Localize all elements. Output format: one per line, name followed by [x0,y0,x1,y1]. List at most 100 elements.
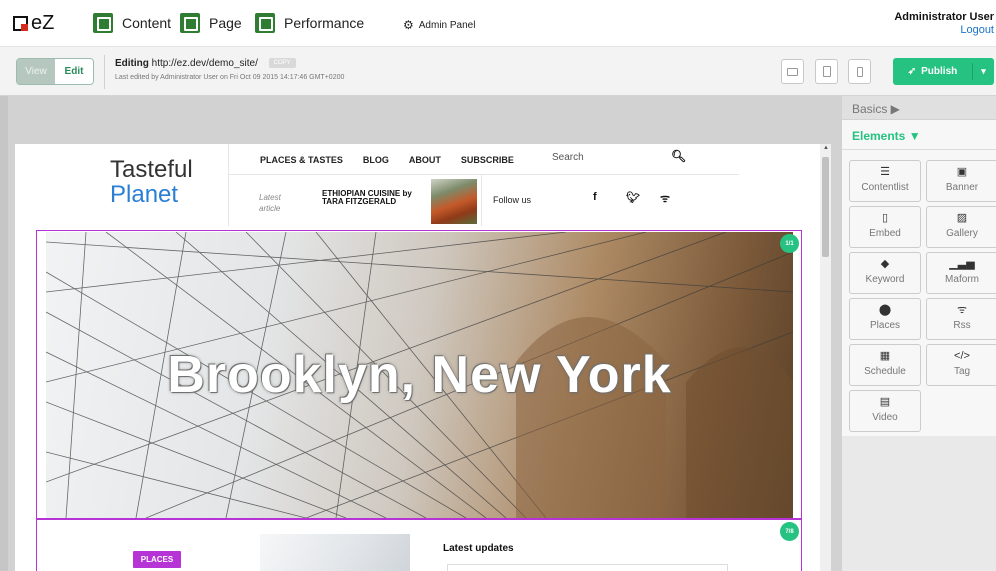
user-menu: Administrator User Logout [894,11,994,37]
nav-content-label: Content [122,15,172,31]
element-tile-label: Video [872,412,898,423]
element-tile-schedule[interactable]: ▦ Schedule [849,344,921,386]
header-divider-vertical-2 [481,175,482,226]
site-nav-subscribe[interactable]: SUBSCRIBE [461,155,514,165]
editor-toolbar: View Edit Editing http://ez.dev/demo_sit… [0,47,996,96]
edit-button[interactable]: Edit [55,59,93,84]
embed-icon: ▯ [881,212,889,224]
facebook-icon[interactable]: f [593,191,597,203]
keyword-icon: ◆ [880,258,890,270]
element-tile-places[interactable]: ⬤ Places [849,298,921,340]
element-tile-label: Rss [953,320,971,331]
schedule-icon: ▦ [879,350,891,362]
nav-page-label: Page [209,15,242,31]
user-name: Administrator User [894,11,994,23]
element-tile-label: Tag [953,366,971,377]
site-logo-line1: Tasteful [110,156,193,183]
elements-section-toggle[interactable]: Elements ▼ [842,120,996,150]
ez-logo-icon [13,16,28,31]
chevron-down-icon: ▾ [981,66,986,76]
view-edit-toggle: View Edit [16,58,94,85]
site-nav-places[interactable]: PLACES & TASTES [260,155,343,165]
block-badge-2: 7/8 [780,522,799,541]
element-tile-rss[interactable]: ᯤ Rss [926,298,996,340]
elements-palette: ☰ Contentlist ▣ Banner ▯ Embed ▨ Gallery… [842,150,996,436]
publish-dropdown-toggle[interactable]: ▾ [972,63,994,80]
header-divider-vertical [228,144,229,226]
last-edited-text: Last edited by Administrator User on Fri… [115,74,345,81]
element-tile-contentlist[interactable]: ☰ Contentlist [849,160,921,202]
performance-icon [255,13,275,33]
page-icon [180,13,200,33]
rocket-icon: ➶ [907,66,917,77]
latest-article-title[interactable]: ETHIOPIAN CUISINE by TARA FITZGERALD [322,190,417,206]
element-tile-label: Keyword [865,274,905,285]
element-tile-label: Gallery [946,228,978,239]
latest-article-thumbnail[interactable] [431,179,477,224]
tag-icon: </> [954,350,970,362]
toolbar-divider [104,55,105,89]
tablet-preview-button[interactable] [815,59,838,84]
publish-label: Publish [921,66,958,77]
top-bar: eZ Content Page Performance ⚙ Admin Pane… [0,0,996,47]
nav-performance-label: Performance [284,15,365,31]
element-tile-gallery[interactable]: ▨ Gallery [926,206,996,248]
places-icon: ⬤ [878,304,892,316]
banner-icon: ▣ [956,166,968,178]
editing-url: http://ez.dev/demo_site/ [151,58,258,69]
publish-button[interactable]: ➶ Publish ▾ [893,58,994,85]
nav-performance[interactable]: Performance [255,13,364,33]
element-tile-label: Embed [869,228,901,239]
admin-panel-link[interactable]: ⚙ Admin Panel [403,18,475,32]
video-icon: ▤ [879,396,891,408]
gear-icon: ⚙ [403,18,414,32]
site-nav: PLACES & TASTES BLOG ABOUT SUBSCRIBE [260,155,514,165]
site-logo[interactable]: Tasteful Planet [110,157,193,207]
rss-icon[interactable]: ᯤ [660,191,670,206]
gallery-icon: ▨ [956,212,968,224]
element-tile-banner[interactable]: ▣ Banner [926,160,996,202]
elements-sidebar: Basics ▶ Elements ▼ ☰ Contentlist ▣ Bann… [842,96,996,571]
maform-icon: ▁▃▅ [949,258,975,270]
contentlist-icon: ☰ [880,166,890,178]
scroll-up-arrow[interactable]: ▲ [823,145,829,151]
ez-logo[interactable]: eZ [13,12,54,35]
logout-link[interactable]: Logout [894,24,994,37]
element-tile-label: Schedule [864,366,906,377]
desktop-preview-button[interactable] [781,59,804,84]
element-tile-maform[interactable]: ▁▃▅ Maform [926,252,996,294]
nav-content[interactable]: Content [93,13,171,33]
view-button[interactable]: View [17,59,55,84]
editing-info: Editing http://ez.dev/demo_site/ COPY [115,58,296,69]
content-icon [93,13,113,33]
block-badge-1: 1/1 [780,234,799,253]
hero-block-outline[interactable] [36,230,802,519]
canvas-left-edge [0,96,8,571]
site-search-input[interactable]: Search [552,152,584,163]
site-nav-about[interactable]: ABOUT [409,155,441,165]
element-tile-label: Contentlist [861,182,909,193]
scrollbar-thumb[interactable] [822,157,829,257]
nav-page[interactable]: Page [180,13,242,33]
element-tile-video[interactable]: ▤ Video [849,390,921,432]
site-nav-blog[interactable]: BLOG [363,155,389,165]
content-block-outline[interactable] [36,519,802,571]
mobile-icon [856,66,863,77]
element-tile-label: Places [869,320,900,331]
brand-name: eZ [31,12,55,34]
twitter-icon[interactable]: 🐦︎ [626,191,640,204]
copy-button[interactable]: COPY [268,58,296,69]
basics-section-toggle[interactable]: Basics ▶ [842,96,996,120]
latest-article-label: Latest article [259,193,281,213]
desktop-icon [787,67,798,76]
search-icon[interactable]: 🔍︎ [671,149,686,163]
mobile-preview-button[interactable] [848,59,871,84]
element-tile-label: Maform [945,274,979,285]
element-tile-label: Banner [945,182,979,193]
publish-action[interactable]: ➶ Publish [893,66,972,77]
preview-scrollbar[interactable]: ▲ [820,144,831,571]
element-tile-tag[interactable]: </> Tag [926,344,996,386]
element-tile-keyword[interactable]: ◆ Keyword [849,252,921,294]
tablet-icon [822,66,831,77]
element-tile-embed[interactable]: ▯ Embed [849,206,921,248]
